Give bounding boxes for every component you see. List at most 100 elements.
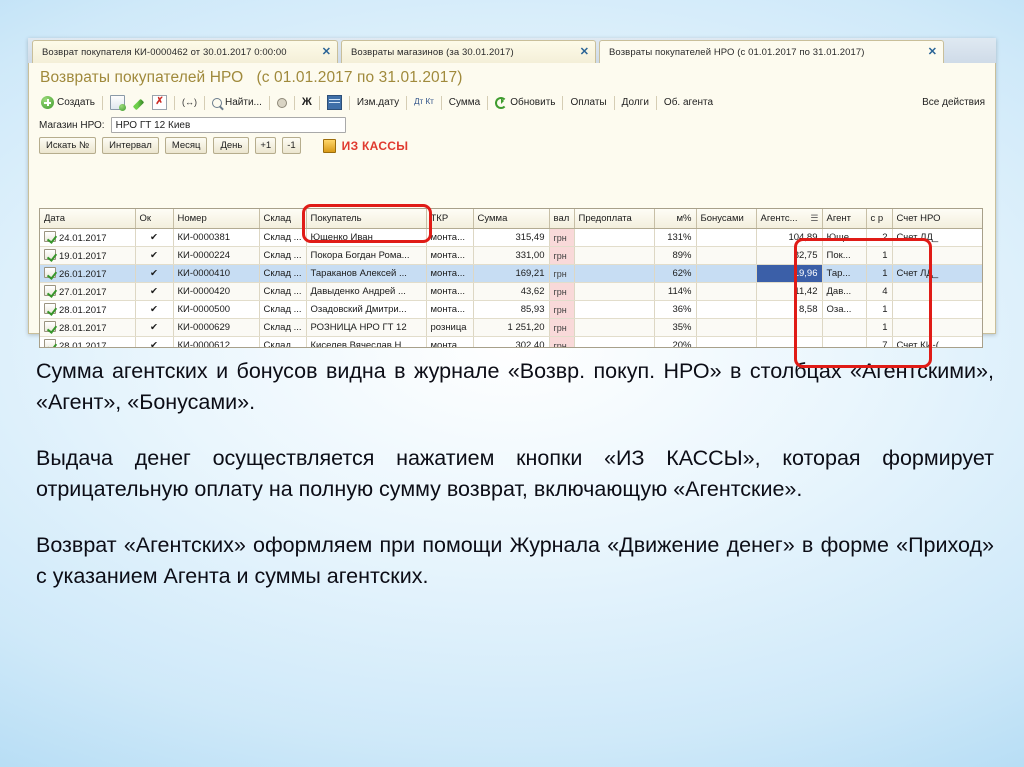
- cell-buyer[interactable]: Покора Богдан Рома...: [306, 246, 427, 265]
- cell-buyer[interactable]: Тараканов Алексей ...: [306, 264, 427, 283]
- cell-sr[interactable]: 1: [866, 264, 893, 283]
- minus-one-button[interactable]: -1: [282, 137, 301, 154]
- cell-buyer[interactable]: Озадовский Дмитри...: [306, 300, 427, 319]
- cell-tkr[interactable]: монта...: [426, 246, 474, 265]
- grid-settings-button[interactable]: [323, 94, 346, 111]
- cell-margin-percent[interactable]: 20%: [654, 336, 697, 347]
- copy-button[interactable]: [106, 94, 129, 111]
- cell-currency[interactable]: грн: [549, 300, 575, 319]
- col-prepay[interactable]: Предоплата: [574, 209, 655, 229]
- cell-sr[interactable]: 2: [866, 228, 893, 247]
- cell-agent[interactable]: Дав...: [822, 282, 867, 301]
- cell-sum[interactable]: 331,00: [473, 246, 550, 265]
- cell-store[interactable]: Склад ...: [259, 318, 307, 337]
- cell-sum[interactable]: 43,62: [473, 282, 550, 301]
- close-icon[interactable]: ✕: [928, 46, 937, 58]
- find-button[interactable]: Найти...: [208, 95, 266, 111]
- agent-turnover-button[interactable]: Об. агента: [660, 95, 717, 111]
- cell-account[interactable]: [892, 318, 982, 337]
- cell-sum[interactable]: 302,40: [473, 336, 550, 347]
- cell-ok[interactable]: ✔: [135, 264, 174, 283]
- cell-currency[interactable]: грн: [549, 318, 575, 337]
- col-sr[interactable]: с р: [866, 209, 893, 229]
- cell-currency[interactable]: грн: [549, 336, 575, 347]
- sort-icon[interactable]: ☰: [810, 213, 818, 224]
- cell-store[interactable]: Склад ...: [259, 246, 307, 265]
- cell-prepay[interactable]: [574, 282, 655, 301]
- cell-account[interactable]: Счет ЛД_: [892, 264, 982, 283]
- delete-button[interactable]: ✗: [148, 94, 171, 111]
- cell-number[interactable]: КИ-0000224: [173, 246, 260, 265]
- cell-sr[interactable]: 7: [866, 336, 893, 347]
- cell-ok[interactable]: ✔: [135, 282, 174, 301]
- sum-button[interactable]: Сумма: [445, 95, 484, 111]
- store-input[interactable]: [110, 117, 346, 133]
- cell-agent-sum[interactable]: 82,75: [756, 246, 823, 265]
- cell-date[interactable]: 26.01.2017: [40, 264, 136, 283]
- cell-number[interactable]: КИ-0000381: [173, 228, 260, 247]
- cell-prepay[interactable]: [574, 228, 655, 247]
- all-actions-button[interactable]: Все действия: [922, 97, 985, 108]
- payments-button[interactable]: Оплаты: [566, 95, 610, 111]
- col-date[interactable]: Дата: [40, 209, 136, 229]
- cell-bonus[interactable]: [696, 282, 757, 301]
- debit-credit-button[interactable]: Дт Кт: [410, 95, 438, 110]
- cell-number[interactable]: КИ-0000629: [173, 318, 260, 337]
- cell-ok[interactable]: ✔: [135, 318, 174, 337]
- cell-ok[interactable]: ✔: [135, 246, 174, 265]
- cell-date[interactable]: 28.01.2017: [40, 336, 136, 347]
- table-row[interactable]: 26.01.2017 ✔ КИ-0000410 Склад ... Тараканов …: [40, 264, 982, 283]
- cell-sum[interactable]: 169,21: [473, 264, 550, 283]
- cell-sr[interactable]: 1: [866, 300, 893, 319]
- cell-bonus[interactable]: [696, 264, 757, 283]
- cell-tkr[interactable]: розница: [426, 318, 474, 337]
- table-row[interactable]: 28.01.2017 ✔ КИ-0000629 Склад ... РОЗНИЦА НР…: [40, 318, 982, 337]
- cell-number[interactable]: КИ-0000420: [173, 282, 260, 301]
- cell-ok[interactable]: ✔: [135, 300, 174, 319]
- table-row[interactable]: 27.01.2017 ✔ КИ-0000420 Склад ... Давыденко …: [40, 282, 982, 301]
- month-button[interactable]: Месяц: [164, 137, 208, 154]
- cell-store[interactable]: Склад ...: [259, 264, 307, 283]
- cell-sum[interactable]: 1 251,20: [473, 318, 550, 337]
- col-bonus[interactable]: Бонусами: [696, 209, 757, 229]
- col-agent-sum[interactable]: Агентс... ☰: [756, 209, 823, 229]
- cell-prepay[interactable]: [574, 246, 655, 265]
- cell-tkr[interactable]: монта...: [426, 228, 474, 247]
- cell-number[interactable]: КИ-0000500: [173, 300, 260, 319]
- cell-buyer[interactable]: Давыденко Андрей ...: [306, 282, 427, 301]
- cell-date[interactable]: 24.01.2017: [40, 228, 136, 247]
- cell-margin-percent[interactable]: 35%: [654, 318, 697, 337]
- change-date-button[interactable]: Изм.дату: [353, 95, 403, 111]
- cell-currency[interactable]: грн: [549, 246, 575, 265]
- cell-agent-sum[interactable]: 104,89: [756, 228, 823, 247]
- cell-account[interactable]: [892, 300, 982, 319]
- create-button[interactable]: Создать: [37, 95, 99, 111]
- cell-account[interactable]: Счет ЛД_: [892, 228, 982, 247]
- plus-one-button[interactable]: +1: [255, 137, 277, 154]
- cell-store[interactable]: Склад ...: [259, 300, 307, 319]
- tab-vozvrat-pokupatelya[interactable]: Возврат покупателя КИ-0000462 от 30.01.2…: [32, 40, 338, 63]
- table-row[interactable]: 24.01.2017 ✔ КИ-0000381 Склад ... Ющенко Ива…: [40, 228, 982, 247]
- cell-currency[interactable]: грн: [549, 264, 575, 283]
- close-icon[interactable]: ✕: [322, 46, 331, 58]
- cell-bonus[interactable]: [696, 246, 757, 265]
- cell-agent[interactable]: [822, 318, 867, 337]
- cell-agent-sum[interactable]: 11,42: [756, 282, 823, 301]
- cell-agent-sum[interactable]: [756, 318, 823, 337]
- cell-bonus[interactable]: [696, 228, 757, 247]
- cell-store[interactable]: Склад ...: [259, 282, 307, 301]
- cell-sr[interactable]: 4: [866, 282, 893, 301]
- table-row[interactable]: 28.01.2017 ✔ КИ-0000612 Склад ... Киселев Вя…: [40, 336, 982, 347]
- cell-prepay[interactable]: [574, 318, 655, 337]
- cell-buyer[interactable]: РОЗНИЦА НРО ГТ 12: [306, 318, 427, 337]
- cell-currency[interactable]: грн: [549, 228, 575, 247]
- cell-margin-percent[interactable]: 36%: [654, 300, 697, 319]
- cell-currency[interactable]: грн: [549, 282, 575, 301]
- cell-store[interactable]: Склад ...: [259, 336, 307, 347]
- cell-date[interactable]: 28.01.2017: [40, 300, 136, 319]
- cell-prepay[interactable]: [574, 300, 655, 319]
- col-sum[interactable]: Сумма: [473, 209, 550, 229]
- cell-agent[interactable]: Оза...: [822, 300, 867, 319]
- from-cash-button[interactable]: ИЗ КАССЫ: [322, 138, 409, 153]
- cell-date[interactable]: 27.01.2017: [40, 282, 136, 301]
